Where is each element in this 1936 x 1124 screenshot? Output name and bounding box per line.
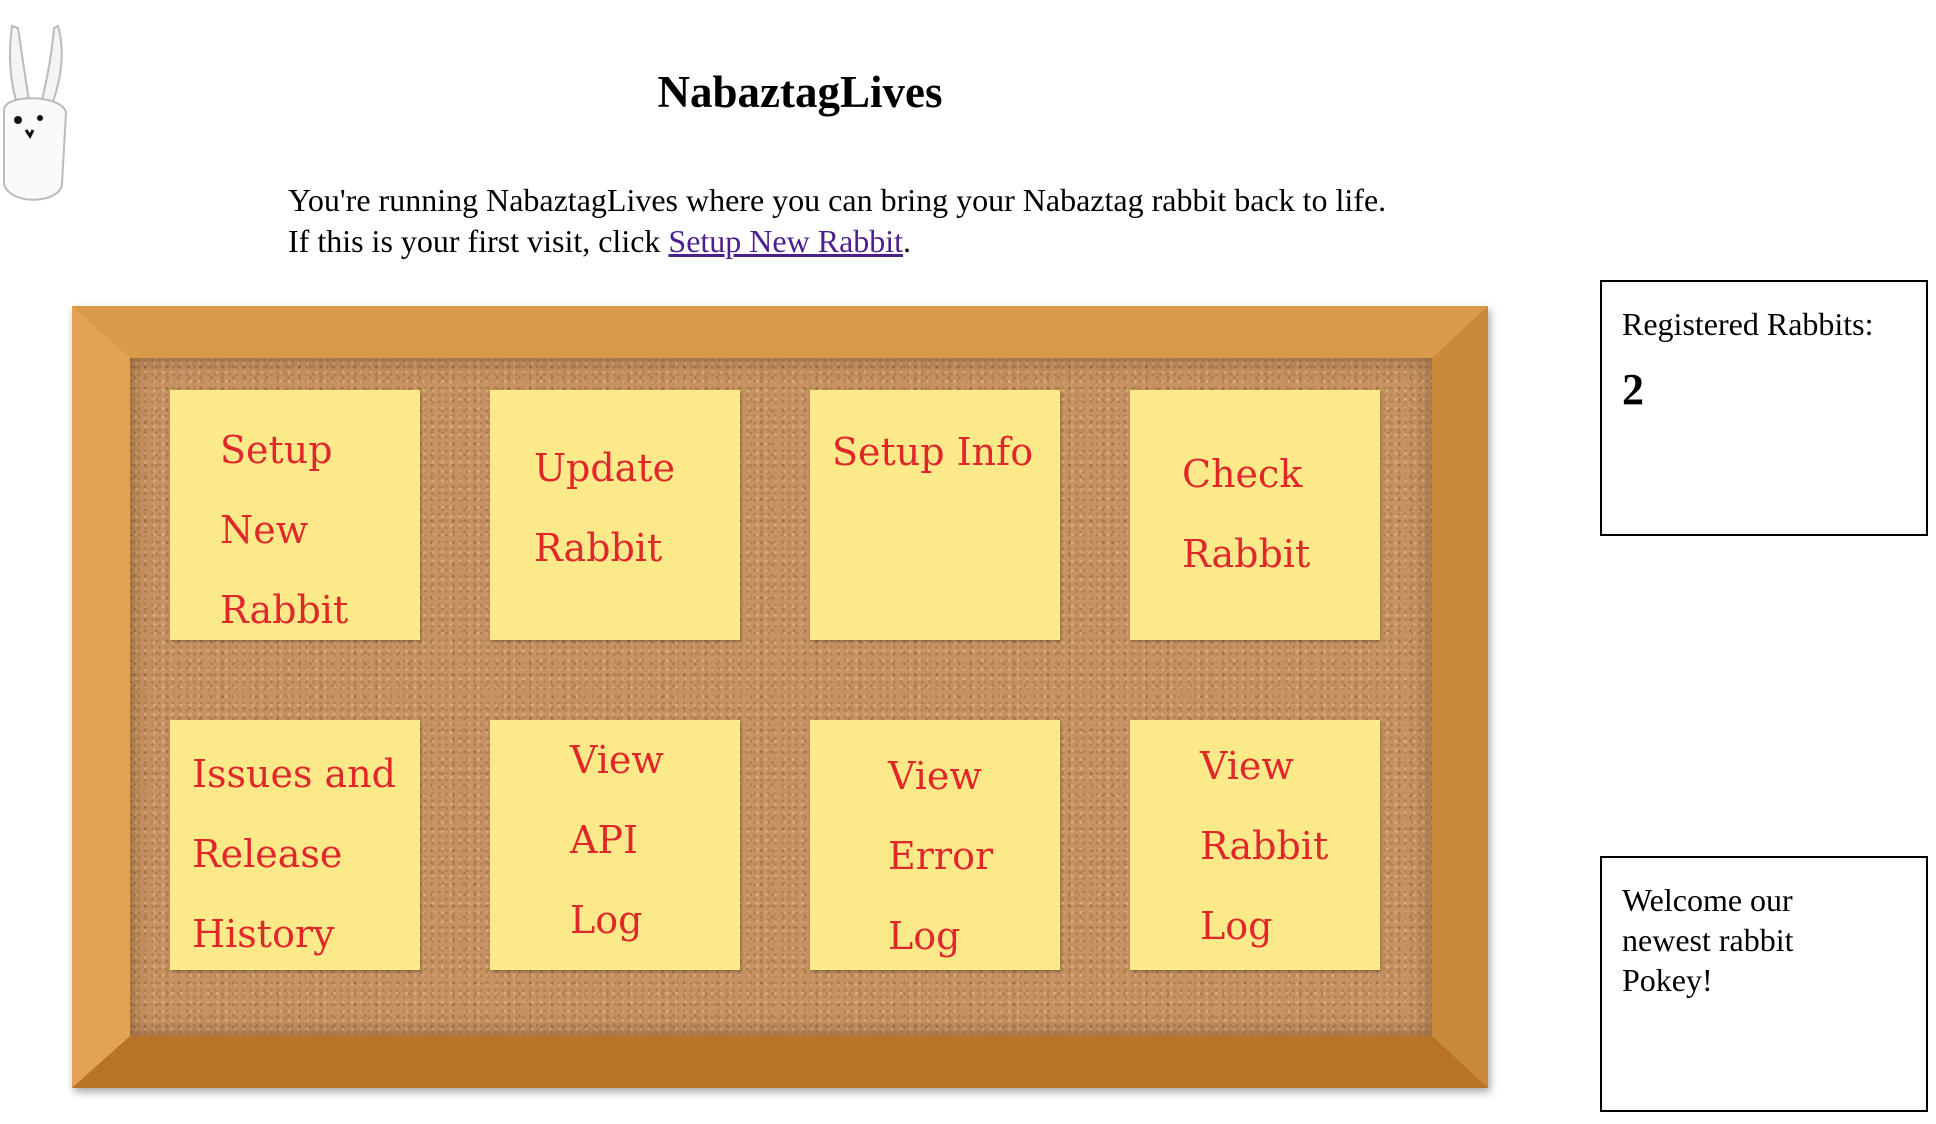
note-line: Rabbit xyxy=(1182,532,1311,576)
registered-rabbits-count: 2 xyxy=(1622,365,1644,414)
note-line: Issues and xyxy=(192,752,397,796)
welcome-line-2: newest rabbit xyxy=(1622,922,1794,958)
note-line: New xyxy=(220,508,309,552)
note-line: API xyxy=(570,818,639,862)
page: NabaztagLives You're running NabaztagLiv… xyxy=(0,0,1936,1124)
welcome-line-1: Welcome our xyxy=(1622,882,1793,918)
note-view-api-log[interactable]: View API Log xyxy=(490,720,740,970)
setup-new-rabbit-link[interactable]: Setup New Rabbit xyxy=(668,223,903,259)
note-view-error-log[interactable]: View Error Log xyxy=(810,720,1060,970)
note-line: Setup Info xyxy=(832,430,1034,474)
note-setup-info[interactable]: Setup Info xyxy=(810,390,1060,640)
corkboard: Setup New Rabbit Update Rabbit Setup Inf… xyxy=(72,306,1488,1088)
note-line: Error xyxy=(888,834,994,878)
note-line: History xyxy=(192,912,335,956)
note-line: View xyxy=(888,754,982,798)
note-issues-release-history[interactable]: Issues and Release History xyxy=(170,720,420,970)
note-line: Rabbit xyxy=(220,588,349,632)
note-line: View xyxy=(1200,744,1294,788)
note-line: Log xyxy=(888,914,961,958)
welcome-box: Welcome our newest rabbit Pokey! xyxy=(1600,856,1928,1112)
page-title: NabaztagLives xyxy=(657,67,943,117)
intro-text: You're running NabaztagLives where you c… xyxy=(288,180,1386,262)
intro-line-1: You're running NabaztagLives where you c… xyxy=(288,182,1387,218)
registered-rabbits-label: Registered Rabbits: xyxy=(1622,306,1874,342)
registered-rabbits-box: Registered Rabbits: 2 xyxy=(1600,280,1928,536)
intro-line-2-prefix: If this is your first visit, click xyxy=(288,223,669,259)
note-view-rabbit-log[interactable]: View Rabbit Log xyxy=(1130,720,1380,970)
note-line: Log xyxy=(1200,904,1273,948)
intro-line-2: If this is your first visit, click Setup… xyxy=(288,221,1386,262)
note-line: Rabbit xyxy=(534,526,663,570)
note-update-rabbit[interactable]: Update Rabbit xyxy=(490,390,740,640)
note-line: Rabbit xyxy=(1200,824,1329,868)
note-check-rabbit[interactable]: Check Rabbit xyxy=(1130,390,1380,640)
note-line: View xyxy=(570,738,664,782)
note-line: Setup xyxy=(220,428,333,472)
note-setup-new-rabbit[interactable]: Setup New Rabbit xyxy=(170,390,420,640)
intro-line-2-suffix: . xyxy=(903,223,912,259)
welcome-line-3: Pokey! xyxy=(1622,962,1713,998)
note-line: Update xyxy=(534,446,676,490)
note-line: Release xyxy=(192,832,343,876)
note-line: Check xyxy=(1182,452,1303,496)
note-line: Log xyxy=(570,898,643,942)
